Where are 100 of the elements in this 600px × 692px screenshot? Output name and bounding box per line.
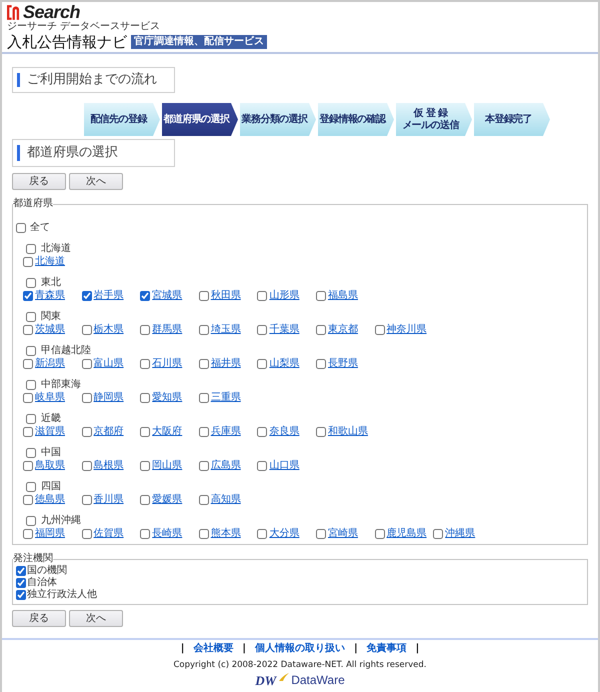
region-checkbox[interactable] xyxy=(26,380,36,390)
prefecture-checkbox[interactable] xyxy=(140,529,150,539)
prefecture-checkbox[interactable] xyxy=(198,529,209,539)
prefecture-checkbox[interactable] xyxy=(23,325,33,335)
prefecture-link[interactable]: 香川県 xyxy=(94,494,124,506)
prefecture-checkbox[interactable] xyxy=(257,291,268,301)
prefecture-checkbox[interactable] xyxy=(257,427,268,437)
prefecture-checkbox[interactable] xyxy=(198,325,209,335)
prefecture-checkbox[interactable] xyxy=(23,495,33,505)
prefecture-checkbox[interactable] xyxy=(257,461,268,471)
prefecture-link[interactable]: 岡山県 xyxy=(152,460,182,472)
prefecture-checkbox[interactable] xyxy=(433,529,444,539)
orderer-checkbox[interactable] xyxy=(16,590,26,600)
prefecture-checkbox[interactable] xyxy=(316,427,326,437)
prefecture-link[interactable]: 茨城県 xyxy=(35,324,65,336)
prefecture-link[interactable]: 福井県 xyxy=(210,358,241,370)
prefecture-checkbox[interactable] xyxy=(257,529,268,539)
prefecture-link[interactable]: 広島県 xyxy=(210,460,241,472)
prefecture-checkbox[interactable] xyxy=(316,291,326,301)
prefecture-link[interactable]: 静岡県 xyxy=(94,392,124,404)
prefecture-link[interactable]: 三重県 xyxy=(210,392,241,404)
prefecture-link[interactable]: 佐賀県 xyxy=(94,528,124,540)
prefecture-link[interactable]: 群馬県 xyxy=(152,324,182,336)
prefecture-checkbox[interactable] xyxy=(140,495,150,505)
prefecture-link[interactable]: 山形県 xyxy=(269,290,300,302)
prefecture-link[interactable]: 宮崎県 xyxy=(328,528,358,540)
orderer-checkbox[interactable] xyxy=(16,566,26,576)
prefecture-link[interactable]: 沖縄県 xyxy=(445,528,476,540)
prefecture-checkbox[interactable] xyxy=(140,291,150,301)
region-checkbox[interactable] xyxy=(26,482,36,492)
prefecture-checkbox[interactable] xyxy=(82,291,92,301)
prefecture-link[interactable]: 新潟県 xyxy=(35,358,65,370)
prefecture-link[interactable]: 北海道 xyxy=(35,256,65,268)
footer-link[interactable]: 個人情報の取り扱い xyxy=(255,643,345,655)
prefecture-link[interactable]: 福島県 xyxy=(328,290,358,302)
prefecture-checkbox[interactable] xyxy=(257,359,268,369)
prefecture-checkbox[interactable] xyxy=(198,427,209,437)
footer-link[interactable]: 免責事項 xyxy=(366,643,407,655)
prefecture-checkbox[interactable] xyxy=(23,529,33,539)
prefecture-link[interactable]: 宮城県 xyxy=(152,290,182,302)
prefecture-checkbox[interactable] xyxy=(82,325,92,335)
prefecture-checkbox[interactable] xyxy=(140,393,150,403)
region-checkbox[interactable] xyxy=(26,346,36,356)
region-checkbox[interactable] xyxy=(26,244,36,254)
prefecture-checkbox[interactable] xyxy=(23,393,33,403)
prefecture-link[interactable]: 兵庫県 xyxy=(210,426,241,438)
select-all-checkbox[interactable] xyxy=(16,223,26,233)
prefecture-link[interactable]: 石川県 xyxy=(152,358,182,370)
prefecture-checkbox[interactable] xyxy=(198,393,209,403)
prefecture-link[interactable]: 鹿児島県 xyxy=(386,528,427,540)
prefecture-link[interactable]: 山梨県 xyxy=(269,358,300,370)
prefecture-checkbox[interactable] xyxy=(316,529,326,539)
prefecture-checkbox[interactable] xyxy=(23,291,33,301)
prefecture-checkbox[interactable] xyxy=(316,325,326,335)
prefecture-link[interactable]: 愛知県 xyxy=(152,392,182,404)
prefecture-link[interactable]: 東京都 xyxy=(328,324,358,336)
prefecture-checkbox[interactable] xyxy=(82,495,92,505)
back-button[interactable]: 戻る xyxy=(12,610,66,627)
next-button[interactable]: 次へ xyxy=(69,610,123,627)
prefecture-link[interactable]: 長野県 xyxy=(328,358,358,370)
prefecture-link[interactable]: 富山県 xyxy=(94,358,124,370)
prefecture-link[interactable]: 岩手県 xyxy=(94,290,124,302)
prefecture-link[interactable]: 神奈川県 xyxy=(386,324,427,336)
prefecture-checkbox[interactable] xyxy=(23,461,33,471)
prefecture-checkbox[interactable] xyxy=(198,461,209,471)
prefecture-link[interactable]: 島根県 xyxy=(94,460,124,472)
footer-link[interactable]: 会社概要 xyxy=(193,643,234,655)
prefecture-checkbox[interactable] xyxy=(374,529,385,539)
prefecture-checkbox[interactable] xyxy=(257,325,268,335)
prefecture-checkbox[interactable] xyxy=(23,359,33,369)
prefecture-checkbox[interactable] xyxy=(374,325,385,335)
region-checkbox[interactable] xyxy=(26,312,36,322)
prefecture-link[interactable]: 大分県 xyxy=(269,528,300,540)
prefecture-checkbox[interactable] xyxy=(82,427,92,437)
prefecture-link[interactable]: 和歌山県 xyxy=(328,426,368,438)
prefecture-checkbox[interactable] xyxy=(140,461,150,471)
region-checkbox[interactable] xyxy=(26,516,36,526)
prefecture-checkbox[interactable] xyxy=(82,393,92,403)
prefecture-checkbox[interactable] xyxy=(316,359,326,369)
prefecture-link[interactable]: 福岡県 xyxy=(35,528,65,540)
prefecture-link[interactable]: 山口県 xyxy=(269,460,300,472)
prefecture-checkbox[interactable] xyxy=(23,257,33,267)
region-checkbox[interactable] xyxy=(26,278,36,288)
prefecture-link[interactable]: 大阪府 xyxy=(152,426,182,438)
prefecture-link[interactable]: 徳島県 xyxy=(35,494,65,506)
back-button[interactable]: 戻る xyxy=(12,173,66,190)
prefecture-link[interactable]: 京都府 xyxy=(94,426,124,438)
prefecture-link[interactable]: 奈良県 xyxy=(269,426,300,438)
prefecture-link[interactable]: 栃木県 xyxy=(94,324,124,336)
prefecture-checkbox[interactable] xyxy=(198,291,209,301)
prefecture-link[interactable]: 青森県 xyxy=(35,290,65,302)
region-checkbox[interactable] xyxy=(26,448,36,458)
prefecture-link[interactable]: 高知県 xyxy=(210,494,241,506)
prefecture-checkbox[interactable] xyxy=(140,325,150,335)
prefecture-link[interactable]: 秋田県 xyxy=(210,290,241,302)
prefecture-checkbox[interactable] xyxy=(140,427,150,437)
prefecture-link[interactable]: 愛媛県 xyxy=(152,494,182,506)
prefecture-checkbox[interactable] xyxy=(23,427,33,437)
orderer-checkbox[interactable] xyxy=(16,578,26,588)
prefecture-checkbox[interactable] xyxy=(82,359,92,369)
